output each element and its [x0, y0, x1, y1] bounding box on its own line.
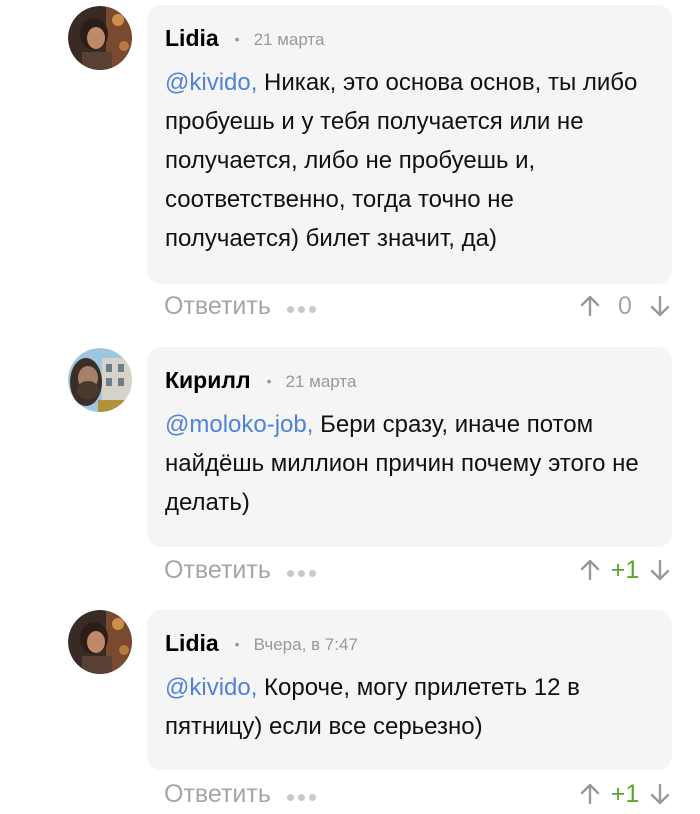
- separator-dot: •: [234, 31, 240, 47]
- comment-bubble: Lidia • Вчера, в 7:47 @kivido, Короче, м…: [147, 610, 672, 770]
- upvote-arrow-icon[interactable]: [578, 782, 602, 806]
- vote-score: 0: [618, 291, 632, 320]
- upvote-arrow-icon[interactable]: [578, 294, 602, 318]
- comment-date[interactable]: 21 марта: [254, 30, 325, 50]
- comment-actions: Ответить 0: [164, 286, 672, 326]
- vote-controls: 0: [578, 292, 672, 321]
- separator-dot: •: [266, 373, 272, 389]
- reply-button[interactable]: Ответить: [164, 780, 271, 809]
- vote-score: +1: [610, 779, 640, 808]
- comment-bubble: Lidia • 21 марта @kivido, Никак, это осн…: [147, 5, 672, 284]
- comment-date[interactable]: 21 марта: [286, 372, 357, 392]
- downvote-arrow-icon[interactable]: [648, 782, 672, 806]
- comment-text: @kivido, Никак, это основа основ, ты либ…: [165, 63, 654, 258]
- upvote-arrow-icon[interactable]: [578, 558, 602, 582]
- reply-button[interactable]: Ответить: [164, 292, 271, 321]
- separator-dot: •: [234, 636, 240, 652]
- mention-link[interactable]: @moloko-job,: [165, 411, 313, 438]
- avatar[interactable]: [68, 610, 132, 674]
- avatar[interactable]: [68, 348, 132, 412]
- comment-date[interactable]: Вчера, в 7:47: [254, 635, 358, 655]
- mention-link[interactable]: @kivido,: [165, 674, 257, 701]
- more-dots-icon[interactable]: [286, 305, 316, 313]
- comment-actions: Ответить +1: [164, 774, 672, 814]
- comment-bubble: Кирилл • 21 марта @moloko-job, Бери сраз…: [147, 347, 672, 547]
- vote-controls: +1: [578, 556, 672, 585]
- comment-author[interactable]: Lidia: [165, 25, 219, 52]
- reply-button[interactable]: Ответить: [164, 556, 271, 585]
- vote-controls: +1: [578, 780, 672, 809]
- mention-link[interactable]: @kivido,: [165, 69, 257, 96]
- avatar[interactable]: [68, 6, 132, 70]
- downvote-arrow-icon[interactable]: [648, 558, 672, 582]
- comment-actions: Ответить +1: [164, 550, 672, 590]
- comment-author[interactable]: Кирилл: [165, 367, 251, 394]
- comment-text: @moloko-job, Бери сразу, иначе потом най…: [165, 405, 654, 522]
- more-dots-icon[interactable]: [286, 569, 316, 577]
- more-dots-icon[interactable]: [286, 793, 316, 801]
- downvote-arrow-icon[interactable]: [648, 294, 672, 318]
- vote-score: +1: [610, 555, 640, 584]
- comment-body: Никак, это основа основ, ты либо пробуеш…: [165, 69, 638, 252]
- comment-author[interactable]: Lidia: [165, 630, 219, 657]
- comment-text: @kivido, Короче, могу прилететь 12 в пят…: [165, 668, 654, 746]
